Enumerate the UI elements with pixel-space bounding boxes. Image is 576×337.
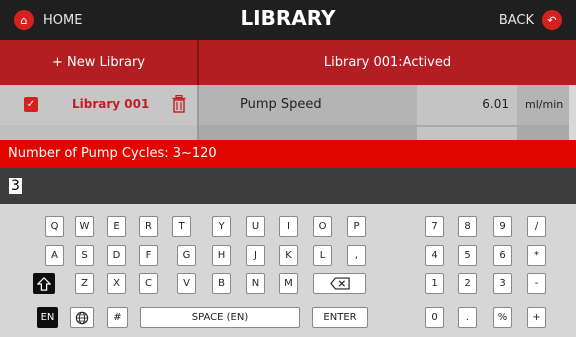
parameter-value: 6.01 [482, 97, 509, 111]
top-bar: ⌂ HOME LIBRARY BACK ↶ [0, 0, 576, 40]
key-u[interactable]: U [246, 216, 265, 237]
key-plus[interactable]: + [527, 307, 546, 328]
key-e[interactable]: E [107, 216, 126, 237]
key-slash[interactable]: / [527, 216, 546, 237]
space-key[interactable]: SPACE (EN) [140, 307, 300, 328]
parameter-value-field[interactable]: 6.01 [417, 85, 517, 125]
globe-icon [75, 311, 89, 325]
input-value: 3 [9, 178, 22, 194]
enter-key[interactable]: ENTER [312, 307, 368, 328]
key-v[interactable]: V [177, 273, 196, 294]
key-s[interactable]: S [75, 245, 94, 266]
key-7[interactable]: 7 [425, 216, 444, 237]
key-k[interactable]: K [279, 245, 298, 266]
key-d[interactable]: D [107, 245, 126, 266]
parameter-label: Pump Speed [240, 97, 322, 112]
key-2[interactable]: 2 [458, 273, 477, 294]
key-c[interactable]: C [139, 273, 158, 294]
key-f[interactable]: F [139, 245, 158, 266]
key-3[interactable]: 3 [493, 273, 512, 294]
key-w[interactable]: W [75, 216, 94, 237]
globe-key[interactable] [70, 307, 94, 328]
key-9[interactable]: 9 [493, 216, 512, 237]
key-asterisk[interactable]: * [527, 245, 546, 266]
key-minus[interactable]: - [527, 273, 546, 294]
page-title: LIBRARY [240, 6, 336, 30]
parameter-value-field-partial [417, 127, 517, 140]
parameter-list: Pump Speed 6.01 ml/min [199, 85, 576, 140]
backspace-key[interactable] [313, 273, 366, 294]
key-8[interactable]: 8 [458, 216, 477, 237]
library-item[interactable]: ✓ Library 001 [0, 85, 197, 125]
key-4[interactable]: 4 [425, 245, 444, 266]
input-prompt: Number of Pump Cycles: 3~120 [0, 140, 576, 168]
parameter-row[interactable]: Pump Speed 6.01 ml/min [199, 85, 576, 125]
key-1[interactable]: 1 [425, 273, 444, 294]
key-r[interactable]: R [139, 216, 158, 237]
key-h[interactable]: H [212, 245, 231, 266]
key-x[interactable]: X [107, 273, 126, 294]
key-p[interactable]: P [347, 216, 366, 237]
key-o[interactable]: O [313, 216, 332, 237]
shift-icon [36, 277, 52, 291]
checked-icon: ✓ [24, 97, 38, 112]
back-arrow-icon: ↶ [542, 10, 562, 30]
key-y[interactable]: Y [212, 216, 231, 237]
key-g[interactable]: G [177, 245, 196, 266]
key-0[interactable]: 0 [425, 307, 444, 328]
key-m[interactable]: M [279, 273, 298, 294]
key-l[interactable]: L [313, 245, 332, 266]
key-period[interactable]: . [458, 307, 477, 328]
key-b[interactable]: B [212, 273, 231, 294]
library-name: Library 001 [72, 97, 150, 111]
scrollbar-track[interactable] [569, 85, 576, 140]
key-n[interactable]: N [246, 273, 265, 294]
shift-key[interactable] [33, 273, 55, 294]
key-t[interactable]: T [172, 216, 191, 237]
parameter-unit: ml/min [525, 98, 564, 111]
key-a[interactable]: A [45, 245, 64, 266]
key-j[interactable]: J [246, 245, 265, 266]
active-library-title: Library 001:Actived [199, 40, 576, 85]
key-i[interactable]: I [279, 216, 298, 237]
key-comma[interactable]: , [347, 245, 366, 266]
on-screen-keyboard: Q W E R T Y U I O P A S D F G H J K L , … [0, 204, 576, 337]
key-z[interactable]: Z [75, 273, 94, 294]
key-q[interactable]: Q [45, 216, 64, 237]
trash-icon[interactable] [172, 95, 186, 113]
back-label: BACK [498, 12, 534, 28]
backspace-icon [329, 277, 350, 290]
new-library-button[interactable]: + New Library [0, 40, 197, 85]
library-list: ✓ Library 001 [0, 85, 197, 140]
key-5[interactable]: 5 [458, 245, 477, 266]
key-percent[interactable]: % [493, 307, 512, 328]
back-button[interactable]: BACK ↶ [499, 8, 562, 32]
language-en-key[interactable]: EN [37, 307, 58, 328]
input-field[interactable]: 3 [0, 168, 576, 204]
key-hash[interactable]: # [107, 307, 128, 328]
key-6[interactable]: 6 [493, 245, 512, 266]
